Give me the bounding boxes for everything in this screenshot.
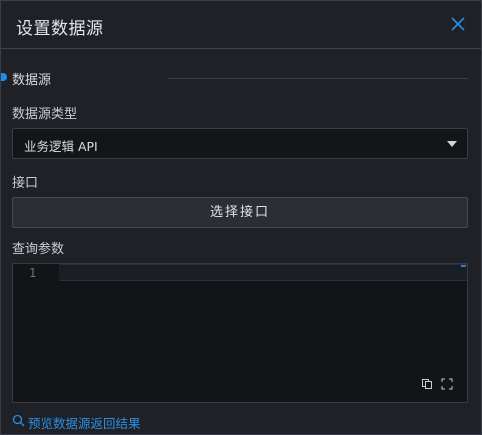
section-title: 数据源 bbox=[12, 73, 52, 88]
preview-label: 预览数据源返回结果 bbox=[28, 416, 141, 431]
line-number: 1 bbox=[29, 266, 37, 280]
datasource-type-label: 数据源类型 bbox=[12, 107, 78, 122]
query-params-editor[interactable]: 1 bbox=[12, 263, 468, 403]
dialog-header: 设置数据源 bbox=[1, 1, 481, 49]
select-api-button[interactable]: 选择接口 bbox=[12, 197, 468, 228]
api-label: 接口 bbox=[12, 176, 39, 191]
search-icon bbox=[12, 414, 25, 427]
editor-active-line[interactable] bbox=[59, 264, 467, 281]
section-divider bbox=[168, 78, 468, 79]
dialog-title: 设置数据源 bbox=[16, 19, 104, 39]
caret-down-icon bbox=[447, 141, 457, 147]
fullscreen-icon[interactable] bbox=[441, 378, 453, 390]
copy-icon[interactable] bbox=[421, 378, 433, 390]
datasource-type-value: 业务逻辑 API bbox=[24, 139, 98, 154]
editor-gutter: 1 bbox=[13, 264, 59, 402]
datasource-type-select[interactable]: 业务逻辑 API bbox=[12, 128, 468, 159]
editor-scroll-indicator bbox=[461, 265, 466, 267]
datasource-section-header: 数据源 bbox=[1, 65, 481, 91]
set-datasource-dialog: 设置数据源 数据源 数据源类型 业务逻辑 API 接口 选择接口 查询参数 1 bbox=[0, 0, 482, 435]
section-marker bbox=[1, 73, 7, 81]
query-params-label: 查询参数 bbox=[12, 242, 65, 257]
close-icon[interactable] bbox=[449, 15, 467, 33]
